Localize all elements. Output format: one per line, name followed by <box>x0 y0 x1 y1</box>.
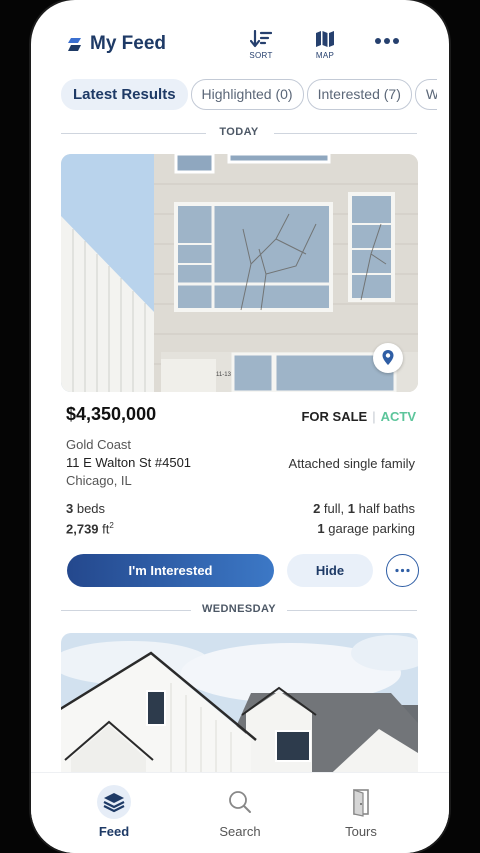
map-label: MAP <box>315 51 335 60</box>
tab-latest-results[interactable]: Latest Results <box>61 79 188 110</box>
listing-more-button[interactable] <box>386 554 419 587</box>
nav-label-tours: Tours <box>345 824 377 839</box>
nav-label-feed: Feed <box>98 824 130 839</box>
listing-baths: 2 full, 1 half baths <box>313 501 415 516</box>
sort-icon <box>250 30 272 48</box>
listing-sqft: 2,739 ft2 <box>66 521 114 537</box>
property-type: Attached single family <box>288 456 415 471</box>
nav-item-feed[interactable]: Feed <box>74 785 154 839</box>
section-divider-wednesday: WEDNESDAY <box>61 603 417 617</box>
listing-neighborhood: Gold Coast <box>66 437 132 452</box>
more-options-icon[interactable] <box>373 33 403 47</box>
interested-button[interactable]: I'm Interested <box>67 554 274 587</box>
tab-highlighted[interactable]: Highlighted (0) <box>190 79 304 110</box>
feed-logo-icon <box>68 38 81 51</box>
section-label: WEDNESDAY <box>201 603 277 615</box>
app-header: My Feed SORT MAP <box>31 0 449 75</box>
sort-button[interactable]: SORT <box>244 30 278 60</box>
svg-text:11-13: 11-13 <box>216 372 232 378</box>
tab-with[interactable]: Wit <box>414 79 437 110</box>
listing-photo[interactable] <box>61 633 418 783</box>
feed-icon <box>97 785 131 819</box>
filter-tabs: Latest Results Highlighted (0) Interested … <box>61 79 437 110</box>
more-dots-icon <box>395 568 410 573</box>
listing-status: FOR SALE | ACTV <box>301 409 416 424</box>
door-icon <box>353 789 369 817</box>
nav-item-search[interactable]: Search <box>200 785 280 839</box>
map-icon <box>316 31 334 47</box>
tab-interested[interactable]: Interested (7) <box>306 79 412 110</box>
page-title: My Feed <box>90 33 167 54</box>
sort-label: SORT <box>249 51 273 60</box>
map-button[interactable]: MAP <box>308 30 342 60</box>
section-label: TODAY <box>219 126 259 138</box>
phone-screen: My Feed SORT MAP Latest Results Highligh… <box>31 0 449 853</box>
hide-button[interactable]: Hide <box>287 554 373 587</box>
map-pin-button[interactable] <box>373 343 403 373</box>
status-label: FOR SALE <box>301 409 368 424</box>
listing-address[interactable]: 11 E Walton St #4501 <box>66 455 191 470</box>
listing-garage: 1 garage parking <box>317 521 415 536</box>
listing-photo[interactable]: 11-13 <box>61 154 418 392</box>
search-icon <box>229 791 251 813</box>
listing-beds: 3 beds <box>66 501 106 516</box>
bottom-nav: Feed Search Tours <box>31 772 449 853</box>
map-pin-icon <box>382 350 394 365</box>
section-divider-today: TODAY <box>61 126 417 140</box>
nav-label-search: Search <box>219 824 261 839</box>
status-badge: ACTV <box>380 409 416 424</box>
nav-item-tours[interactable]: Tours <box>321 785 401 839</box>
listing-city: Chicago, IL <box>66 473 132 488</box>
listing-price: $4,350,000 <box>66 404 157 424</box>
